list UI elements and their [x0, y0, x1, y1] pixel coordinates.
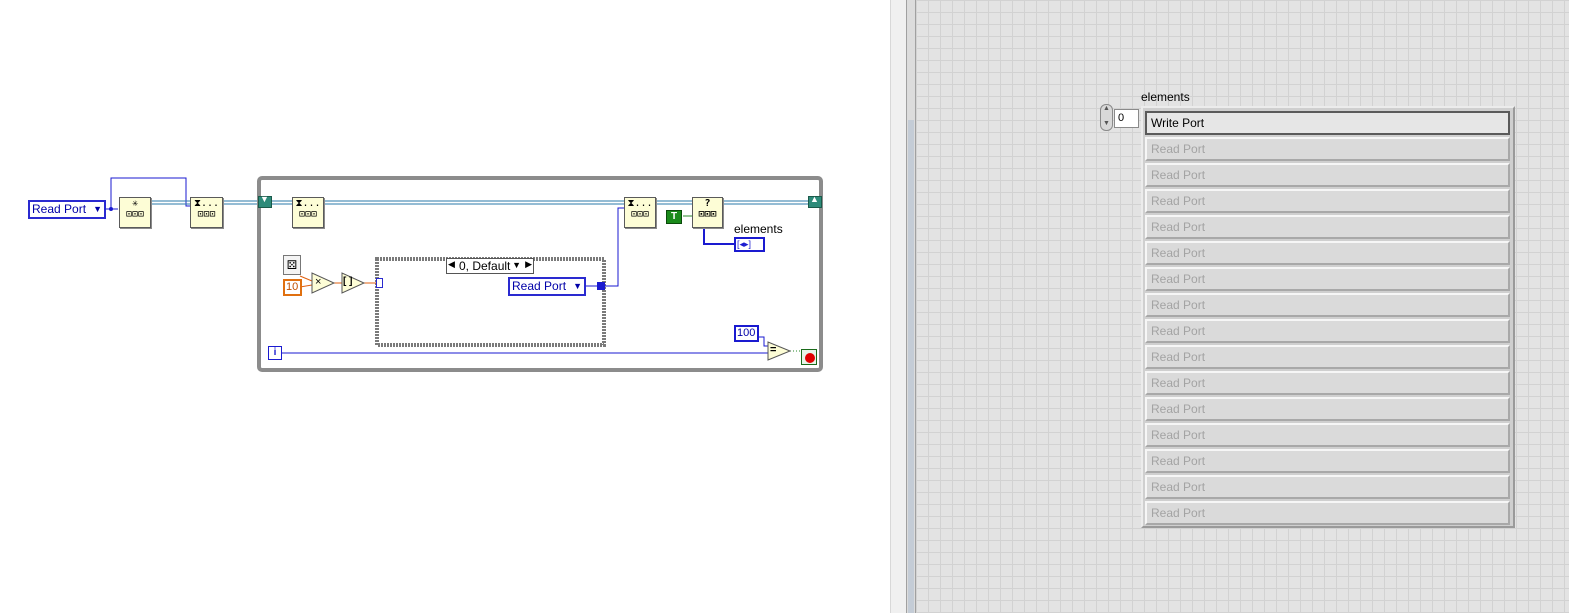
case-selector[interactable]: ◀ 0, Default ▼ ▶ [446, 258, 534, 274]
array-element[interactable]: Read Port [1145, 371, 1510, 395]
queue-function-label: ⧗... [193, 198, 220, 209]
enqueue-element-node-inner[interactable]: ⧗... ⊡⊡⊡ [624, 197, 656, 228]
queue-function-label: ⧗... [295, 198, 321, 209]
case-selector-label: 0, Default [459, 259, 511, 273]
numeric-constant-100[interactable]: 100 [734, 325, 759, 342]
stop-terminal[interactable] [801, 349, 817, 365]
array-element[interactable]: Write Port [1145, 111, 1510, 135]
snowflake-icon: ✳ [131, 198, 139, 209]
array-element[interactable]: Read Port [1145, 163, 1510, 187]
index-stepper[interactable]: ▲ ▼ [1100, 104, 1113, 131]
enum-constant-read-port[interactable]: Read Port ▼ [28, 200, 106, 219]
shift-register-left[interactable]: ▼ [258, 194, 272, 208]
down-arrow-icon: ▼ [260, 194, 269, 204]
equal-label: = [770, 344, 777, 356]
preview-queue-node[interactable]: ? ⊡⊡⊡ [692, 197, 723, 228]
numeric-constant-10[interactable]: 10 [283, 279, 302, 296]
array-index-field[interactable]: 0 [1114, 109, 1139, 128]
array-element[interactable]: Read Port [1145, 319, 1510, 343]
array-element[interactable]: Read Port [1145, 241, 1510, 265]
array-element[interactable]: Read Port [1145, 397, 1510, 421]
case-selector-terminal[interactable] [376, 278, 383, 288]
queue-icon: ⊡⊡⊡ [197, 209, 216, 220]
array-element[interactable]: Read Port [1145, 215, 1510, 239]
array-element[interactable]: Read Port [1145, 189, 1510, 213]
array-label: elements [1141, 90, 1190, 104]
array-element[interactable]: Read Port [1145, 137, 1510, 161]
increment-arrow-icon[interactable]: ▶ [525, 259, 532, 270]
enum-constant-label: Read Port [32, 202, 87, 216]
queue-icon: ⊡⊡⊡ [125, 209, 145, 220]
enum-constant-read-port-case[interactable]: Read Port ▼ [508, 277, 586, 296]
decrement-arrow-icon[interactable]: ▼ [1103, 120, 1110, 127]
queue-function-label: ⧗... [627, 198, 653, 209]
array-element[interactable]: Read Port [1145, 423, 1510, 447]
dropdown-arrow-icon[interactable]: ▼ [512, 260, 521, 270]
block-diagram[interactable]: Read Port ▼ ✳ ⊡⊡⊡ ⧗... ⊡⊡⊡ ▼ ▲ ⧗... ⊡⊡⊡ ⚄ 1… [0, 0, 890, 613]
wires-layer [106, 176, 823, 372]
array-element[interactable]: Read Port [1145, 475, 1510, 499]
decrement-arrow-icon[interactable]: ◀ [448, 259, 455, 270]
true-constant[interactable]: T [666, 210, 682, 224]
window-gap [890, 0, 906, 613]
array-enum-icon: [◂▸] [737, 239, 752, 249]
queue-icon: ⊡⊡⊡ [630, 209, 650, 220]
array-element[interactable]: Read Port [1145, 267, 1510, 291]
queue-icon: ⊡⊡⊡ [298, 209, 318, 220]
array-element[interactable]: Read Port [1145, 449, 1510, 473]
scrollbar-thumb[interactable] [908, 120, 914, 613]
enqueue-element-node[interactable]: ⧗... ⊡⊡⊡ [190, 197, 223, 228]
array-element[interactable]: Read Port [1145, 293, 1510, 317]
case-output-tunnel[interactable] [597, 282, 605, 290]
queue-icon: ⊡⊡⊡ [698, 209, 717, 220]
dropdown-arrow-icon[interactable]: ▼ [93, 202, 102, 216]
vertical-scrollbar[interactable] [906, 0, 916, 613]
elements-array-indicator[interactable]: [◂▸] [734, 237, 765, 252]
dice-icon[interactable]: ⚄ [283, 255, 301, 275]
increment-arrow-icon[interactable]: ▲ [1103, 105, 1110, 112]
array-element[interactable]: Read Port [1145, 501, 1510, 525]
dequeue-element-node[interactable]: ⧗... ⊡⊡⊡ [292, 197, 324, 228]
obtain-queue-node[interactable]: ✳ ⊡⊡⊡ [119, 197, 151, 228]
iteration-terminal[interactable]: i [268, 346, 282, 360]
enum-constant-label: Read Port [512, 279, 567, 293]
array-element[interactable]: Read Port [1145, 345, 1510, 369]
dropdown-arrow-icon[interactable]: ▼ [573, 279, 582, 293]
round-label: [ ] [343, 276, 353, 287]
stop-icon [805, 353, 815, 363]
up-arrow-icon: ▲ [810, 194, 819, 204]
multiply-label: × [315, 276, 322, 288]
indicator-label: elements [734, 222, 783, 236]
preview-label: ? [704, 198, 711, 209]
shift-register-right[interactable]: ▲ [808, 194, 822, 208]
